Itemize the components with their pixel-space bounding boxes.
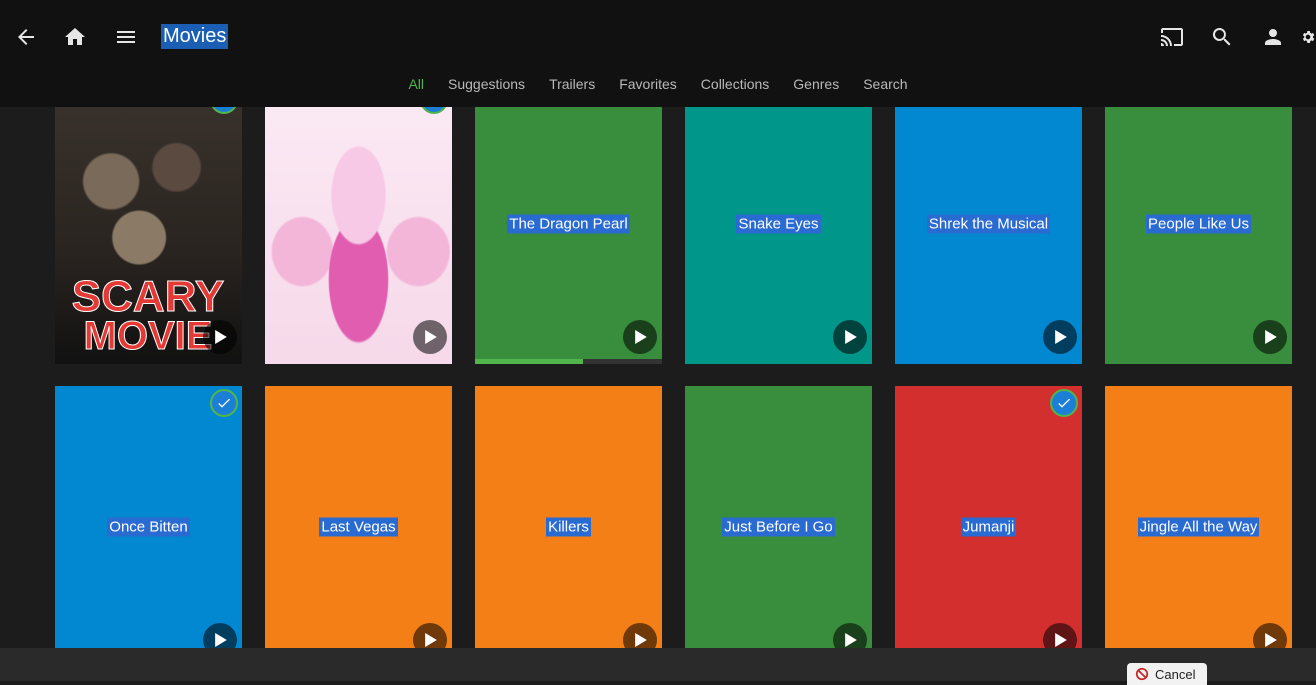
movie-card[interactable]: Just Before I Go — [685, 386, 872, 667]
progress-fill — [475, 359, 584, 364]
movie-title: People Like Us — [1105, 214, 1292, 233]
watched-check-icon[interactable] — [1050, 389, 1078, 417]
movie-card[interactable] — [265, 83, 452, 364]
movie-title: Jumanji — [895, 517, 1082, 536]
watched-check-icon[interactable] — [210, 389, 238, 417]
bottom-bar — [0, 648, 1316, 681]
movie-title: Last Vegas — [265, 517, 452, 536]
library-tabs: All Suggestions Trailers Favorites Colle… — [0, 74, 1316, 94]
top-bar: Movies All Suggestions Trailers Favorite… — [0, 0, 1316, 107]
movie-title: The Dragon Pearl — [475, 214, 662, 233]
movie-title-text: Just Before I Go — [722, 517, 835, 536]
tab-collections[interactable]: Collections — [689, 74, 781, 94]
movie-title: Jingle All the Way — [1105, 517, 1292, 536]
progress-bar — [475, 359, 662, 364]
movie-card[interactable]: Once Bitten — [55, 386, 242, 667]
movie-title-text: Jumanji — [960, 517, 1017, 536]
user-icon[interactable] — [1257, 21, 1289, 53]
movie-card[interactable]: People Like Us — [1105, 83, 1292, 364]
movie-card[interactable]: Shrek the Musical — [895, 83, 1082, 364]
back-arrow-icon[interactable] — [10, 21, 42, 53]
movie-title: Shrek the Musical — [895, 214, 1082, 233]
tab-search[interactable]: Search — [851, 74, 919, 94]
tab-favorites[interactable]: Favorites — [607, 74, 689, 94]
tab-suggestions[interactable]: Suggestions — [436, 74, 537, 94]
movie-card[interactable]: SCARY MOVIE — [55, 83, 242, 364]
movie-title-text: Killers — [546, 517, 591, 536]
cancel-icon — [1135, 667, 1149, 681]
movie-title: Killers — [475, 517, 662, 536]
home-icon[interactable] — [59, 21, 91, 53]
movie-title-text: Jingle All the Way — [1137, 517, 1260, 536]
grid-row: SCARY MOVIE The Dragon Pearl Snake Eyes Shre… — [0, 83, 1316, 364]
svg-text:MOVIE: MOVIE — [84, 314, 213, 358]
play-icon[interactable] — [833, 320, 867, 354]
movie-title: Snake Eyes — [685, 214, 872, 233]
movie-title: Once Bitten — [55, 517, 242, 536]
settings-icon[interactable] — [1300, 21, 1316, 53]
movie-card[interactable]: Snake Eyes — [685, 83, 872, 364]
movie-card[interactable]: The Dragon Pearl — [475, 83, 662, 364]
play-icon[interactable] — [1043, 320, 1077, 354]
grid-row: Once Bitten Last Vegas Killers Just Before … — [0, 386, 1316, 667]
page-title: Movies — [161, 24, 229, 49]
cancel-label: Cancel — [1155, 666, 1196, 682]
play-icon[interactable] — [623, 320, 657, 354]
play-icon[interactable] — [1253, 320, 1287, 354]
movie-title-text: Snake Eyes — [736, 214, 821, 233]
movie-title-text: People Like Us — [1146, 214, 1251, 233]
movie-card[interactable]: Jingle All the Way — [1105, 386, 1292, 667]
play-icon[interactable] — [203, 320, 237, 354]
movie-card[interactable]: Killers — [475, 386, 662, 667]
movie-title: Just Before I Go — [685, 517, 872, 536]
movie-title-text: Last Vegas — [319, 517, 398, 536]
search-icon[interactable] — [1206, 21, 1238, 53]
menu-icon[interactable] — [110, 21, 142, 53]
movie-title-text: The Dragon Pearl — [507, 214, 630, 233]
tab-genres[interactable]: Genres — [781, 74, 851, 94]
tab-trailers[interactable]: Trailers — [537, 74, 607, 94]
movie-title-text: Shrek the Musical — [926, 214, 1051, 233]
movie-card[interactable]: Jumanji — [895, 386, 1082, 667]
movie-title-text: Once Bitten — [107, 517, 190, 536]
tab-all[interactable]: All — [396, 74, 436, 94]
play-icon[interactable] — [413, 320, 447, 354]
movie-card[interactable]: Last Vegas — [265, 386, 452, 667]
cast-icon[interactable] — [1156, 21, 1188, 53]
cancel-button[interactable]: Cancel — [1127, 663, 1207, 685]
